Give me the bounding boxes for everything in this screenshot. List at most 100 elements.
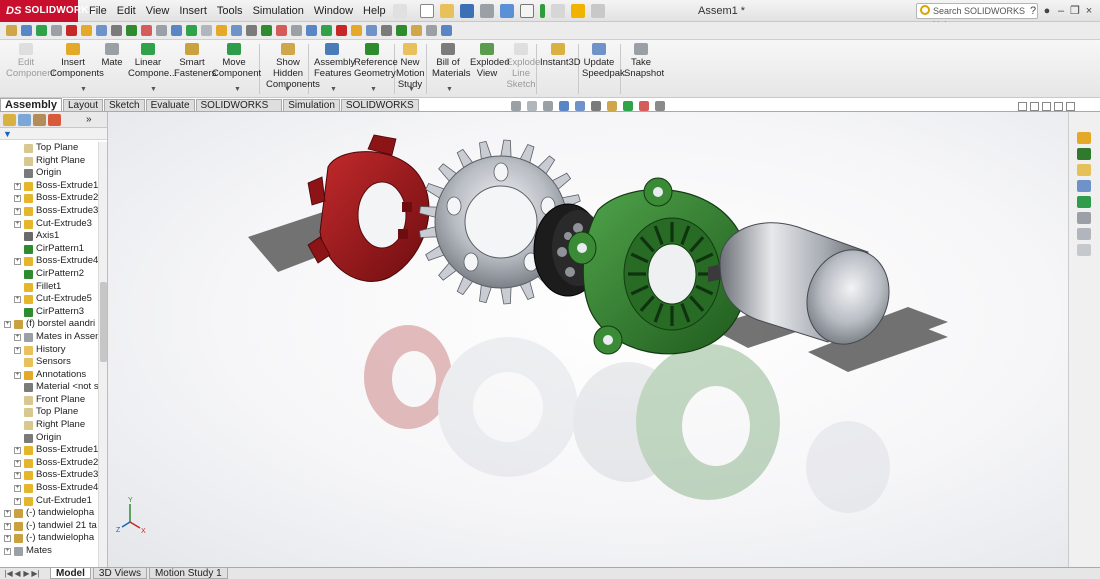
expand-toggle-icon[interactable]: + [14,497,21,505]
menu-window[interactable]: Window [309,0,358,22]
minimize-icon[interactable]: – [1054,0,1068,22]
toolbar-tool-icon[interactable] [81,25,92,36]
tree-item[interactable]: + (-) tandwielopha [0,507,98,520]
forum-icon[interactable] [1077,228,1091,240]
toolbar-tool-icon[interactable] [36,25,47,36]
red-coupler-part[interactable] [307,134,430,282]
solidworks-forum-icon[interactable] [1077,244,1091,256]
toolbar-tool-icon[interactable] [441,25,452,36]
viewport-tile-icon[interactable] [1030,102,1039,111]
toolbar-tool-icon[interactable] [396,25,407,36]
toolbar-tool-icon[interactable] [366,25,377,36]
display-manager-icon[interactable] [48,113,61,126]
tree-item[interactable]: CirPattern3 [0,306,98,319]
property-manager-icon[interactable] [18,113,31,126]
toolbar-tool-icon[interactable] [261,25,272,36]
first-tab-arrow-icon[interactable]: |◀ [4,568,13,579]
menu-file[interactable]: File [84,0,112,22]
expand-toggle-icon[interactable]: + [14,485,21,493]
menu-edit[interactable]: Edit [112,0,141,22]
expand-toggle-icon[interactable]: + [14,296,21,304]
edit-appearance-icon[interactable] [623,101,633,111]
tree-item[interactable]: + Mates [0,545,98,558]
bottom-tab-model[interactable]: Model [50,568,91,579]
apply-scene-icon[interactable] [639,101,649,111]
tree-item[interactable]: + History [0,344,98,357]
mate-button[interactable]: Mate [100,43,124,68]
toolbar-tool-icon[interactable] [321,25,332,36]
solidworks-resources-icon[interactable] [1077,132,1091,144]
user-icon[interactable]: ● [1040,0,1054,22]
customize-icon[interactable] [590,3,605,18]
expand-toggle-icon[interactable]: + [14,459,21,467]
tree-item[interactable]: + (-) tandwielopha [0,532,98,545]
toolbar-tool-icon[interactable] [186,25,197,36]
file-properties-icon[interactable] [550,3,565,18]
bottom-tab-3d-views[interactable]: 3D Views [92,568,147,579]
tree-item[interactable]: Front Plane [0,394,98,407]
toolbar-tool-icon[interactable] [111,25,122,36]
tree-item[interactable]: + (f) borstel aandri [0,318,98,331]
toolbar-tool-icon[interactable] [351,25,362,36]
move-component-button[interactable]: Move Component [212,43,261,79]
tree-item[interactable]: Fillet1 [0,281,98,294]
expand-toggle-icon[interactable]: + [4,522,11,530]
expand-toggle-icon[interactable]: + [14,472,21,480]
options-icon[interactable] [570,3,585,18]
assembly-features-button[interactable]: Assembly Features [314,43,355,79]
menu-simulation[interactable]: Simulation [248,0,309,22]
zoom-to-fit-icon[interactable] [511,101,521,111]
viewport-minimize-icon[interactable] [1042,102,1051,111]
dropdown-arrow-icon[interactable]: ▼ [284,86,291,93]
dropdown-arrow-icon[interactable]: ▼ [234,86,241,93]
display-style-icon[interactable] [591,101,601,111]
toolbar-tool-icon[interactable] [66,25,77,36]
solidworks-logo[interactable]: DS SOLIDWORKS [0,0,95,22]
reference-geometry-button[interactable]: Reference Geometry [354,43,398,79]
tree-item[interactable]: + Annotations [0,369,98,382]
toolbar-tool-icon[interactable] [171,25,182,36]
select-icon[interactable] [519,3,534,18]
section-view-icon[interactable] [559,101,569,111]
tree-item[interactable]: + Boss-Extrude1 [0,180,98,193]
tree-item[interactable]: Right Plane [0,155,98,168]
feature-tree-scrollbar[interactable] [98,142,107,567]
tree-item[interactable]: Origin [0,432,98,445]
expand-toggle-icon[interactable]: + [14,182,21,190]
tree-item[interactable]: + Boss-Extrude4 [0,482,98,495]
custom-properties-icon[interactable] [1077,212,1091,224]
tree-item[interactable]: + Cut-Extrude3 [0,218,98,231]
expand-toggle-icon[interactable]: + [4,535,11,543]
last-tab-arrow-icon[interactable]: ▶| [31,568,40,579]
viewport-restore-icon[interactable] [1018,102,1027,111]
expand-panel-icon[interactable]: » [86,114,92,125]
file-explorer-icon[interactable] [1077,164,1091,176]
tree-item[interactable]: + Boss-Extrude3 [0,205,98,218]
previous-view-icon[interactable] [543,101,553,111]
toolbar-tool-icon[interactable] [381,25,392,36]
menu-help[interactable]: Help [358,0,391,22]
new-motion-study-button[interactable]: New Motion Study [396,43,425,90]
expand-toggle-icon[interactable]: + [14,447,21,455]
new-document-icon[interactable] [419,3,434,18]
menu-tools[interactable]: Tools [212,0,248,22]
toolbar-tool-icon[interactable] [126,25,137,36]
undo-icon[interactable] [499,3,514,18]
toolbar-tool-icon[interactable] [96,25,107,36]
expand-toggle-icon[interactable]: + [14,220,21,228]
configuration-manager-icon[interactable] [33,113,46,126]
tree-item[interactable]: Right Plane [0,419,98,432]
save-icon[interactable] [459,3,474,18]
tree-item[interactable]: + Boss-Extrude4 [0,255,98,268]
toolbar-tool-icon[interactable] [156,25,167,36]
expand-toggle-icon[interactable]: + [14,371,21,379]
expand-toggle-icon[interactable]: + [4,510,11,518]
dropdown-arrow-icon[interactable]: ▼ [370,86,377,93]
tree-item[interactable]: + Boss-Extrude3 [0,469,98,482]
feature-tree-icon[interactable] [3,113,16,126]
dropdown-arrow-icon[interactable]: ▼ [80,86,87,93]
toolbar-tool-icon[interactable] [201,25,212,36]
restore-icon[interactable]: ❐ [1068,0,1082,22]
dropdown-arrow-icon[interactable]: ▼ [330,86,337,93]
tree-item[interactable]: + (-) tandwiel 21 ta [0,520,98,533]
